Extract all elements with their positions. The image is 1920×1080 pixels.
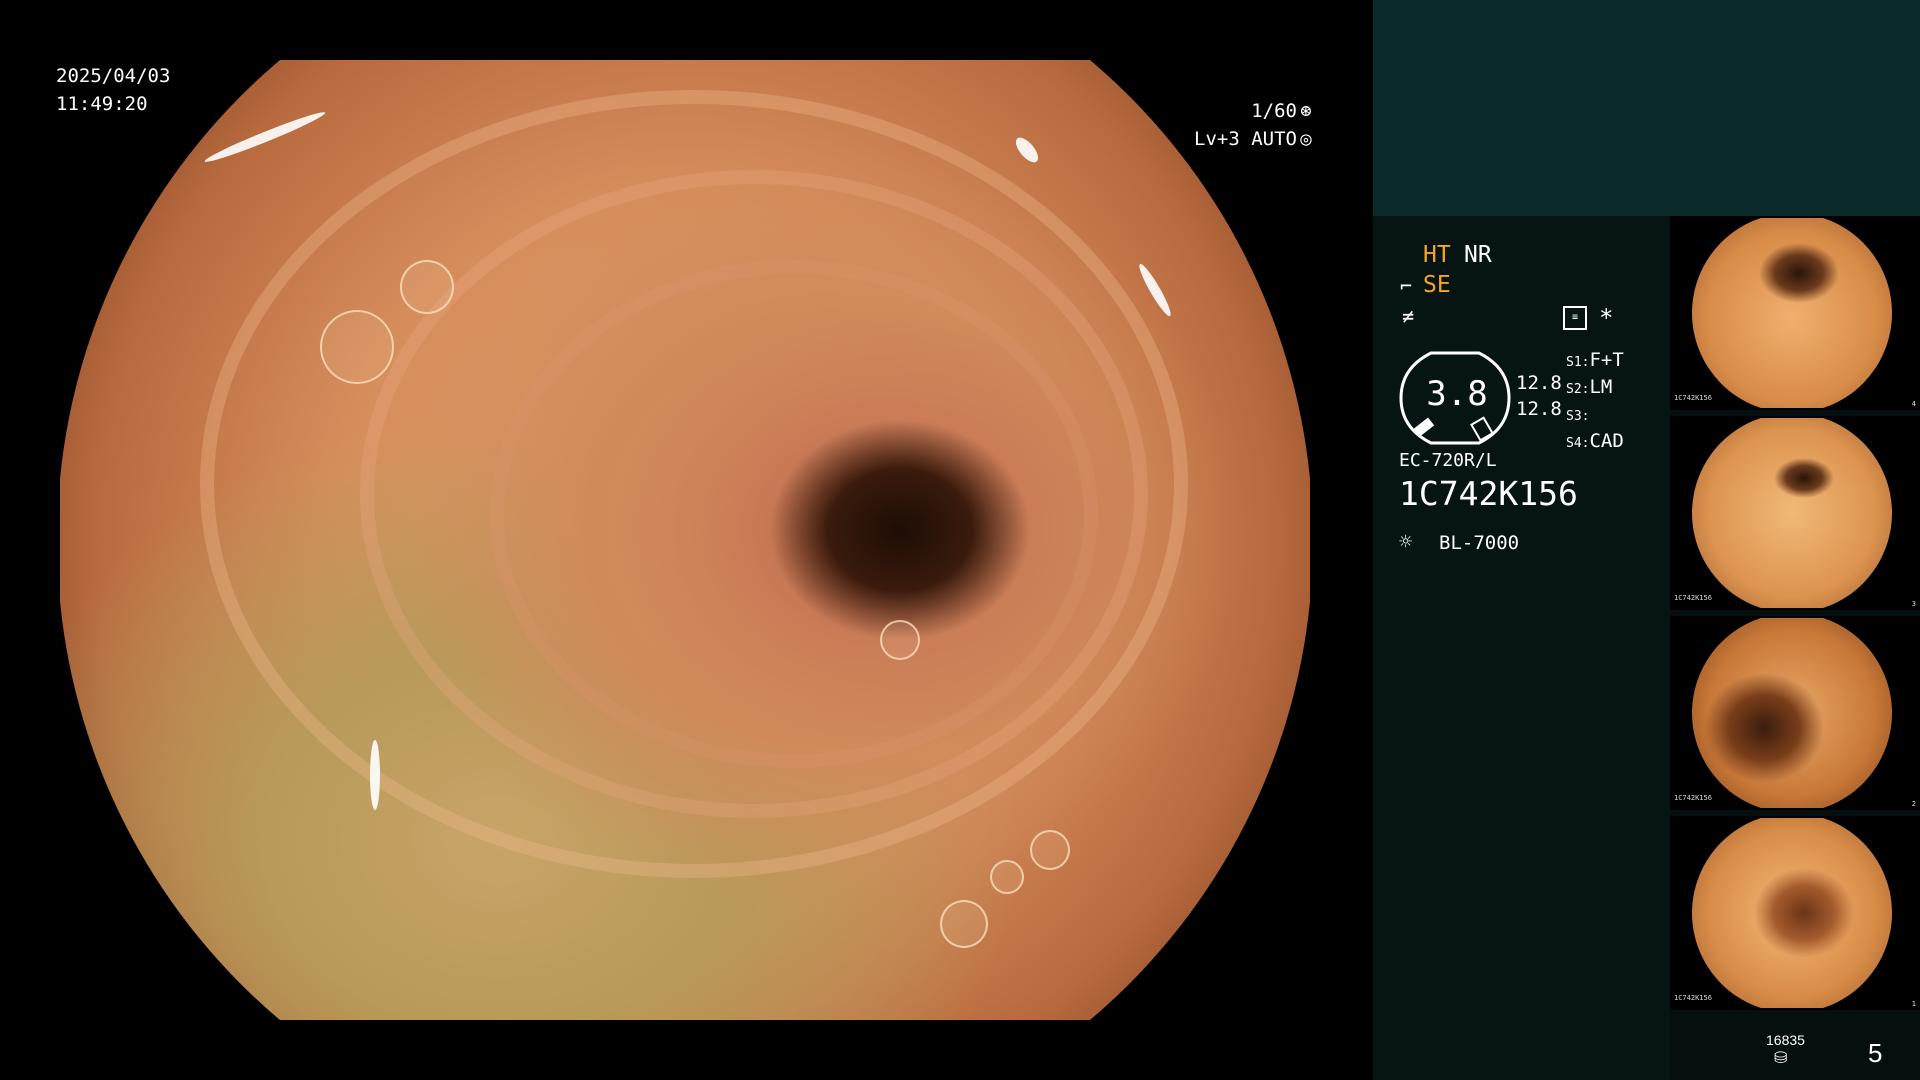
iris-icon: ◎ — [1300, 128, 1312, 150]
date-label: 2025/04/03 — [56, 65, 171, 87]
storage-count: 16835 — [1766, 1032, 1805, 1048]
switch-list: S1:F+T S2:LM S3: S4:CAD — [1566, 348, 1624, 456]
zoom-value: 3.8 — [1426, 374, 1488, 414]
shutter-icon: ⊛ — [1300, 100, 1312, 122]
thumbnail-index: 1 — [1911, 1000, 1916, 1008]
date-time-overlay: 2025/04/03 11:49:20 — [56, 62, 170, 118]
thumbnail-serial: 1C742K156 — [1674, 794, 1712, 802]
thumbnail-4[interactable]: 1C742K156 4 — [1670, 216, 1920, 410]
thumbnail-index: 2 — [1911, 800, 1916, 808]
scope-serial: 1C742K156 — [1399, 474, 1578, 513]
thumbnail-3[interactable]: 1C742K156 3 — [1670, 416, 1920, 610]
thumbnail-image — [1692, 618, 1892, 808]
thumbnail-1[interactable]: 1C742K156 1 — [1670, 816, 1920, 1010]
info-panel: HT NR ⌐ SE ≠ ≡ * 3.8 12.8 12.8 S1:F+T S2… — [1373, 216, 1670, 1080]
thumbnail-2[interactable]: 1C742K156 2 — [1670, 616, 1920, 810]
shutter-speed: 1/60 — [1251, 100, 1297, 122]
record-icon: ≡ — [1563, 306, 1587, 330]
thumbnail-image — [1692, 818, 1892, 1008]
thumbnail-serial: 1C742K156 — [1674, 994, 1712, 1002]
thumbnail-strip: 1C742K156 4 1C742K156 3 1C742K156 2 1C74… — [1670, 216, 1920, 1080]
ht-label: HT — [1423, 242, 1451, 268]
exposure-overlay: 1/60 ⊛ Lv+3 AUTO ◎ — [1194, 97, 1315, 153]
switch-row: S2:LM — [1566, 376, 1613, 398]
time-label: 11:49:20 — [56, 93, 148, 115]
thumbnail-index: 4 — [1911, 400, 1916, 408]
thumbnail-serial: 1C742K156 — [1674, 594, 1712, 602]
value-b: 12.8 — [1516, 398, 1562, 420]
light-source-icon: ☼ — [1399, 530, 1413, 555]
top-status-area — [1373, 0, 1920, 216]
thumbnail-image — [1692, 418, 1892, 608]
brightness-level: Lv+3 — [1194, 128, 1240, 150]
switch-row: S1:F+T — [1566, 349, 1624, 371]
thumbnail-index: 3 — [1911, 600, 1916, 608]
enhance-icon: ≠ — [1402, 304, 1415, 328]
nr-label: NR — [1464, 242, 1492, 268]
storage-icon: ⛁ — [1774, 1048, 1788, 1067]
switch-row: S3: — [1566, 409, 1590, 424]
light-source-model: BL-7000 — [1439, 532, 1520, 554]
switch-row: S4:CAD — [1566, 430, 1624, 452]
endoscope-live-view — [60, 60, 1310, 1020]
image-count: 5 — [1868, 1038, 1883, 1068]
thumbnail-image — [1692, 218, 1892, 408]
tone-icon: ⌐ — [1400, 274, 1413, 298]
exposure-mode: AUTO — [1251, 128, 1297, 150]
value-a: 12.8 — [1516, 372, 1562, 394]
freeze-star-icon: * — [1599, 304, 1614, 332]
scope-model: EC-720R/L — [1399, 450, 1497, 471]
se-label: SE — [1423, 272, 1451, 298]
thumbnail-serial: 1C742K156 — [1674, 394, 1712, 402]
